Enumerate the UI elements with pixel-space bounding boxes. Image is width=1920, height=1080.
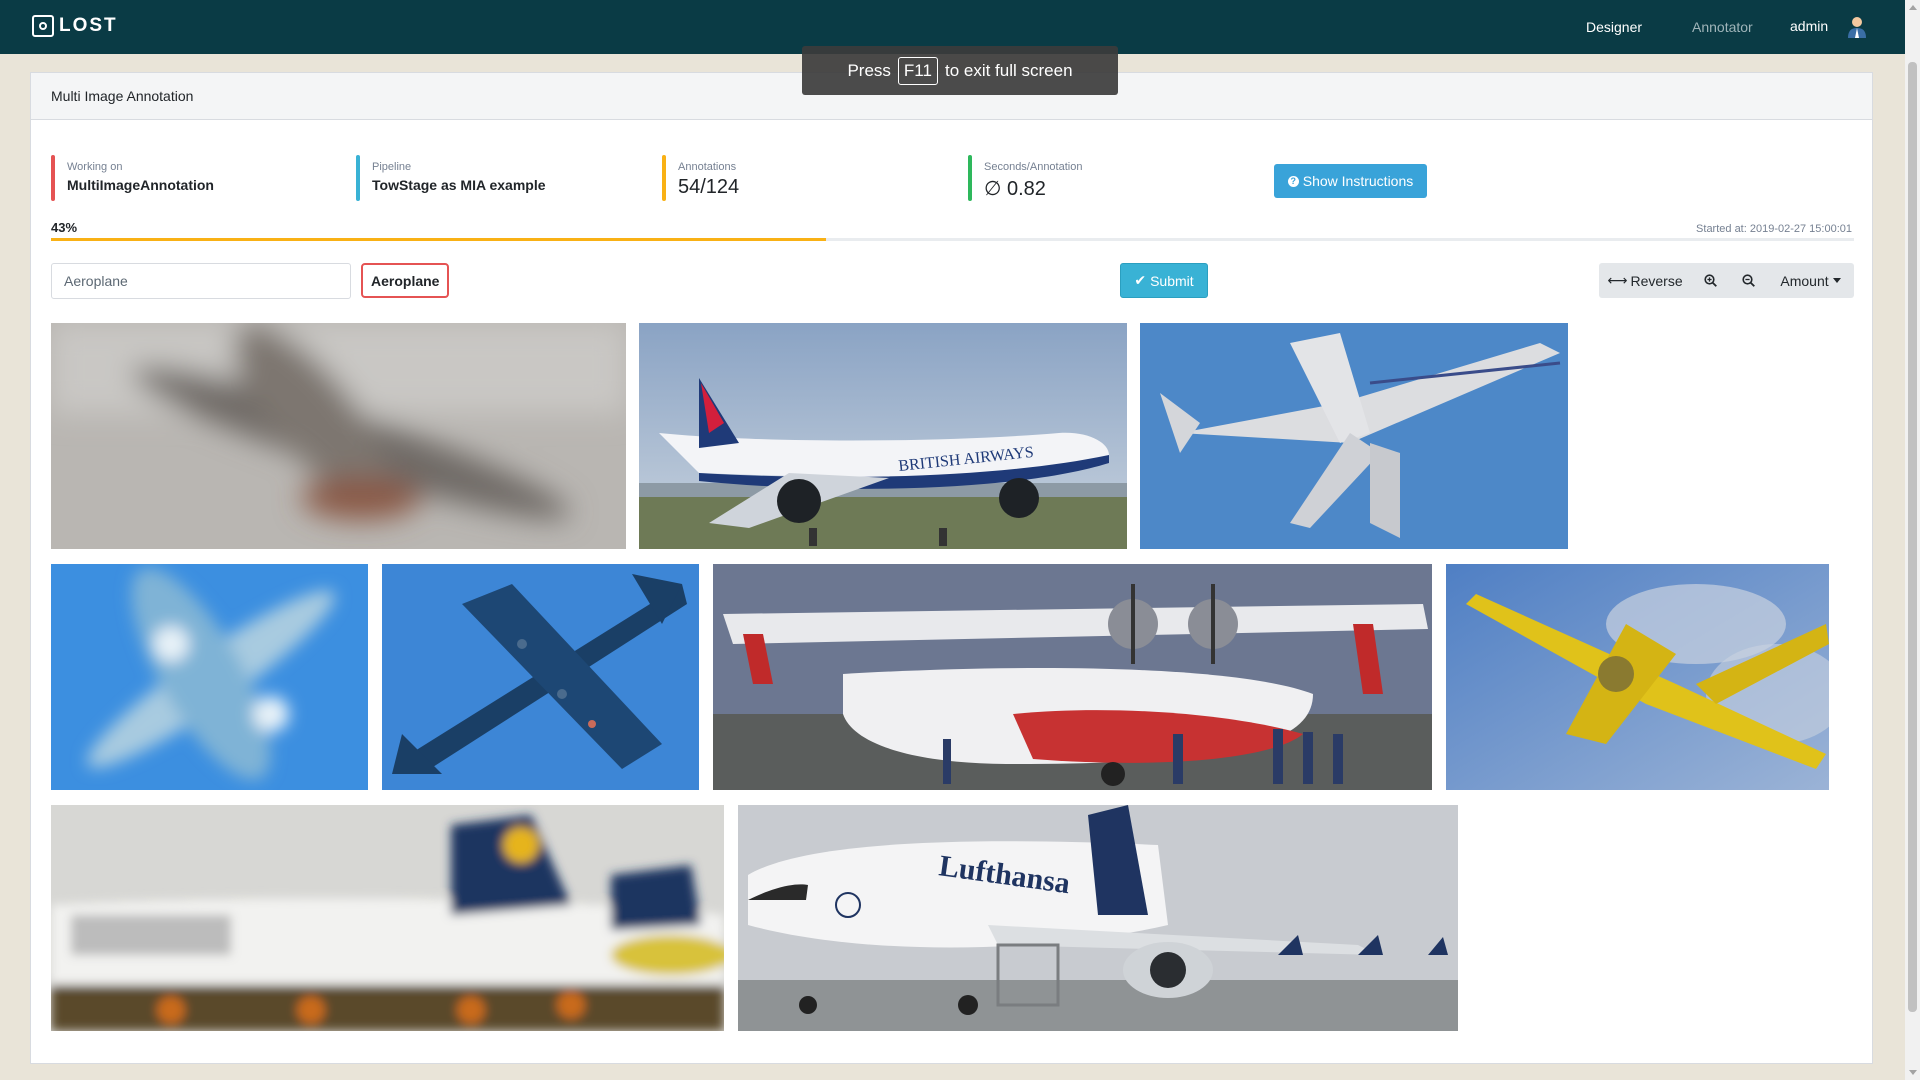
stat-annotations: Annotations 54/124 — [662, 155, 952, 201]
logo-text: LOST — [59, 15, 118, 36]
selected-label-tag[interactable]: Aeroplane — [361, 263, 450, 298]
image-thumbnail-3[interactable] — [1140, 323, 1568, 549]
stat-label: Seconds/Annotation — [984, 161, 1083, 173]
toast-text-after: to exit full screen — [944, 60, 1073, 80]
reverse-button[interactable]: ⟷ Reverse — [1599, 263, 1691, 298]
zoom-in-icon — [1703, 274, 1717, 287]
toast-text-before: Press — [847, 60, 891, 80]
submit-button[interactable]: ✔ Submit — [1120, 263, 1208, 298]
page-scrollbar[interactable] — [1905, 0, 1920, 1080]
reverse-label: Reverse — [1630, 272, 1683, 289]
stat-working-on: Working on MultiImageAnnotation — [51, 155, 341, 201]
stat-value: 54/124 — [678, 176, 740, 198]
image-thumbnail-1[interactable] — [51, 323, 626, 549]
amount-label: Amount — [1780, 272, 1829, 289]
image-thumbnail-4[interactable] — [51, 564, 368, 790]
stat-value: MultiImageAnnotation — [67, 177, 214, 193]
question-icon: ? — [1287, 175, 1299, 187]
progress-percent: 43% — [51, 220, 78, 235]
image-thumbnail-2[interactable]: BRITISH AIRWAYS — [639, 323, 1127, 549]
nav-annotator[interactable]: Annotator — [1692, 19, 1753, 35]
image-thumbnail-7[interactable] — [1446, 564, 1829, 790]
submit-label: Submit — [1150, 272, 1194, 289]
arrows-horizontal-icon: ⟷ — [1607, 272, 1628, 288]
zoom-out-icon — [1741, 274, 1755, 287]
stat-value: ∅ 0.82 — [984, 178, 1046, 200]
stat-seconds-per-annotation: Seconds/Annotation ∅ 0.82 — [968, 155, 1258, 201]
label-search-input[interactable] — [51, 263, 351, 299]
image-thumbnail-6[interactable] — [713, 564, 1432, 790]
fullscreen-exit-toast: Press F11 to exit full screen — [802, 46, 1118, 95]
amount-dropdown[interactable]: Amount — [1767, 263, 1854, 298]
nav-user[interactable]: admin — [1790, 18, 1828, 34]
zoom-in-button[interactable] — [1691, 263, 1729, 298]
image-thumbnail-5[interactable] — [382, 564, 699, 790]
logo-icon — [32, 15, 54, 37]
show-instructions-label: Show Instructions — [1302, 173, 1414, 189]
toast-key: F11 — [897, 56, 938, 85]
stat-label: Annotations — [678, 161, 737, 173]
progress-bar — [51, 238, 1854, 241]
lost-logo[interactable]: LOST — [32, 15, 118, 37]
nav-designer[interactable]: Designer — [1586, 19, 1642, 35]
stat-label: Pipeline — [372, 161, 412, 173]
started-at: Started at: 2019-02-27 15:00:01 — [1696, 223, 1852, 235]
show-instructions-button[interactable]: ? Show Instructions — [1274, 164, 1427, 198]
scroll-down-arrow-icon[interactable] — [1909, 1070, 1917, 1075]
progress-bar-fill — [51, 238, 827, 241]
check-icon: ✔ — [1134, 272, 1147, 288]
chevron-down-icon — [1832, 278, 1841, 283]
stat-pipeline: Pipeline TowStage as MIA example — [356, 155, 646, 201]
stat-value: TowStage as MIA example — [372, 177, 546, 193]
annotation-card: Multi Image Annotation Working on MultiI… — [30, 72, 1873, 1064]
view-controls: ⟷ Reverse Amount — [1599, 263, 1854, 298]
user-avatar-icon[interactable] — [1847, 16, 1867, 38]
image-thumbnail-8[interactable] — [51, 805, 724, 1031]
zoom-out-button[interactable] — [1729, 263, 1767, 298]
scroll-thumb[interactable] — [1908, 62, 1917, 1012]
scroll-up-arrow-icon[interactable] — [1909, 5, 1917, 10]
stat-label: Working on — [67, 161, 123, 173]
image-thumbnail-9[interactable]: Lufthansa — [738, 805, 1458, 1031]
